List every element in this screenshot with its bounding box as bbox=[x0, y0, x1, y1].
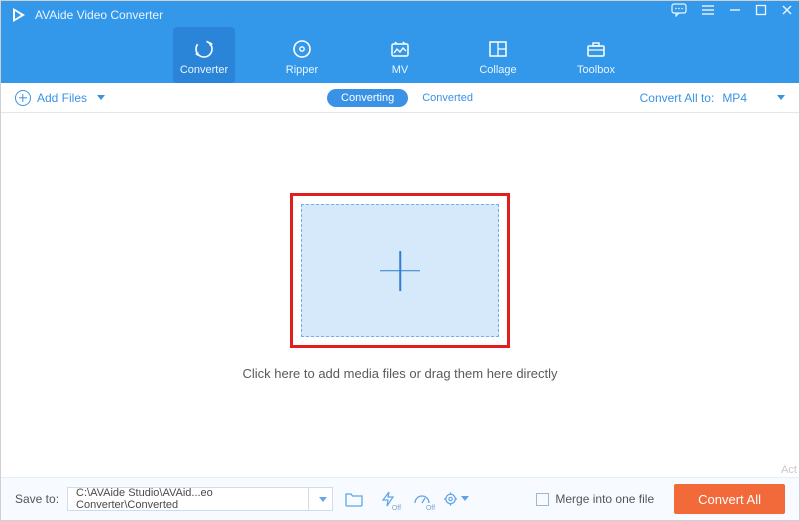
collage-icon bbox=[487, 38, 509, 60]
minimize-icon[interactable] bbox=[729, 4, 741, 16]
add-files-button[interactable]: Add Files bbox=[15, 90, 105, 106]
titlebar: AVAide Video Converter Converter bbox=[1, 1, 799, 83]
main-area: Click here to add media files or drag th… bbox=[1, 113, 799, 477]
high-speed-button[interactable]: Off bbox=[409, 488, 435, 510]
add-files-label: Add Files bbox=[37, 91, 87, 105]
drop-zone[interactable] bbox=[290, 193, 510, 348]
save-path-value: C:\AVAide Studio\AVAid...eo Converter\Co… bbox=[76, 487, 300, 511]
footer: Save to: C:\AVAide Studio\AVAid...eo Con… bbox=[1, 477, 799, 520]
tab-converted[interactable]: Converted bbox=[422, 92, 473, 104]
window-controls bbox=[671, 3, 793, 17]
off-label: Off bbox=[392, 505, 401, 512]
nav-label: Collage bbox=[479, 64, 516, 76]
nav-label: Ripper bbox=[286, 64, 318, 76]
checkbox-box-icon bbox=[536, 493, 549, 506]
close-icon[interactable] bbox=[781, 4, 793, 16]
save-path-dropdown[interactable] bbox=[309, 487, 333, 511]
convert-all-to-value: MP4 bbox=[722, 91, 747, 105]
merge-label: Merge into one file bbox=[555, 492, 654, 506]
convert-all-button[interactable]: Convert All bbox=[674, 484, 785, 514]
mv-icon bbox=[389, 38, 411, 60]
save-path-field[interactable]: C:\AVAide Studio\AVAid...eo Converter\Co… bbox=[67, 487, 309, 511]
nav-label: Converter bbox=[180, 64, 228, 76]
feedback-icon[interactable] bbox=[671, 3, 687, 17]
convert-all-to: Convert All to: MP4 bbox=[640, 91, 785, 105]
secondary-toolbar: Add Files Converting Converted Convert A… bbox=[1, 83, 799, 113]
app-title: AVAide Video Converter bbox=[35, 8, 163, 22]
tab-converting[interactable]: Converting bbox=[327, 89, 408, 107]
convert-all-to-select[interactable]: MP4 bbox=[722, 91, 785, 105]
maximize-icon[interactable] bbox=[755, 4, 767, 16]
chevron-down-icon bbox=[461, 496, 469, 502]
settings-button[interactable] bbox=[443, 488, 469, 510]
save-to-label: Save to: bbox=[15, 492, 59, 506]
open-folder-button[interactable] bbox=[341, 488, 367, 510]
converting-status-tabs: Converting Converted bbox=[327, 89, 473, 107]
toolbox-icon bbox=[585, 38, 607, 60]
chevron-down-icon bbox=[777, 95, 785, 100]
plus-circle-icon bbox=[15, 90, 31, 106]
menu-icon[interactable] bbox=[701, 4, 715, 16]
converter-icon bbox=[193, 38, 215, 60]
nav-ripper[interactable]: Ripper bbox=[271, 27, 333, 83]
ripper-icon bbox=[291, 38, 313, 60]
nav-toolbox[interactable]: Toolbox bbox=[565, 27, 627, 83]
nav-converter[interactable]: Converter bbox=[173, 27, 235, 83]
nav-label: Toolbox bbox=[577, 64, 615, 76]
nav-collage[interactable]: Collage bbox=[467, 27, 529, 83]
watermark-text: Act bbox=[781, 464, 797, 476]
convert-all-to-label: Convert All to: bbox=[640, 91, 715, 105]
titlebar-top: AVAide Video Converter bbox=[1, 1, 799, 29]
app-logo-icon bbox=[9, 5, 29, 25]
drop-hint: Click here to add media files or drag th… bbox=[242, 366, 557, 381]
off-label: Off bbox=[426, 505, 435, 512]
chevron-down-icon bbox=[319, 497, 327, 502]
nav-mv[interactable]: MV bbox=[369, 27, 431, 83]
plus-icon bbox=[380, 251, 420, 291]
chevron-down-icon bbox=[97, 95, 105, 100]
hardware-accel-button[interactable]: Off bbox=[375, 488, 401, 510]
drop-zone-inner bbox=[301, 204, 499, 337]
main-nav: Converter Ripper MV Collage Toolbox bbox=[1, 27, 799, 83]
merge-checkbox[interactable]: Merge into one file bbox=[536, 492, 654, 506]
nav-label: MV bbox=[392, 64, 409, 76]
